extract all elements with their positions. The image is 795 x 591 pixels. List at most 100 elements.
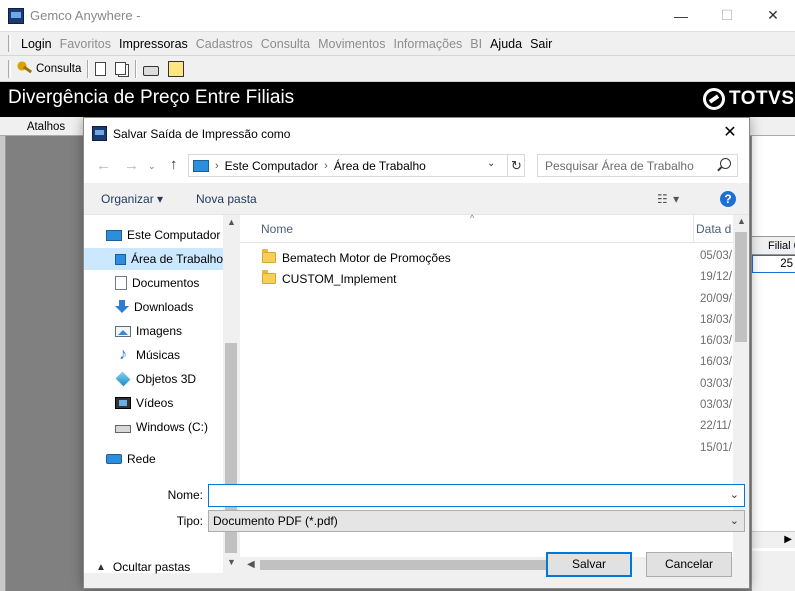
cancel-button[interactable]: Cancelar [646, 552, 732, 577]
list-item[interactable]: CUSTOM_Implement [262, 268, 396, 289]
minimize-button[interactable]: — [658, 0, 704, 31]
column-header-date[interactable]: Data d [696, 222, 731, 236]
scroll-thumb[interactable] [735, 232, 747, 342]
app-titlebar: Gemco Anywhere - — ☐ ✕ [0, 0, 795, 31]
search-input[interactable] [538, 155, 713, 176]
view-options-icon[interactable]: ☷ ▾ [657, 192, 680, 206]
up-arrow-icon[interactable]: ↑ [170, 156, 178, 173]
dialog-close-button[interactable]: ✕ [717, 122, 743, 144]
desktop-icon [115, 253, 126, 265]
tree-item-musicas[interactable]: ♪ Músicas [115, 344, 180, 366]
menu-bar: Login Favoritos Impressoras Cadastros Co… [0, 31, 795, 56]
tab-atalhos[interactable]: Atalhos [8, 118, 84, 136]
new-page-button[interactable] [92, 58, 112, 80]
grid-footer [752, 551, 795, 591]
scroll-left-icon[interactable]: ◀ [247, 559, 255, 570]
tree-item-imagens[interactable]: Imagens [115, 320, 182, 342]
file-list-header: ^ Nome Data d [240, 213, 749, 243]
toolbar-grip [8, 59, 11, 78]
grid-cell[interactable]: 25 [752, 255, 795, 273]
scroll-up-icon[interactable]: ▲ [227, 217, 236, 227]
maximize-button[interactable]: ☐ [704, 0, 750, 31]
toolbar-separator [87, 59, 90, 78]
tree-item-downloads[interactable]: Downloads [115, 296, 193, 318]
menu-cadastros[interactable]: Cadastros [192, 37, 257, 51]
consulta-button[interactable]: Consulta [14, 58, 84, 80]
menu-consulta[interactable]: Consulta [257, 37, 314, 51]
dialog-app-icon [92, 126, 107, 141]
menu-ajuda[interactable]: Ajuda [486, 37, 526, 51]
app-title: Gemco Anywhere - [30, 8, 141, 23]
toolbar-separator [135, 59, 138, 78]
list-item[interactable]: Bematech Motor de Promoções [262, 247, 451, 268]
print-button[interactable] [140, 58, 165, 80]
file-type-value: Documento PDF (*.pdf) [213, 514, 338, 528]
tree-item-windows-c[interactable]: Windows (C:) [115, 416, 208, 438]
search-icon[interactable] [720, 158, 731, 169]
scroll-right-icon[interactable]: ▶ [784, 534, 792, 545]
back-arrow-icon[interactable]: ← [96, 157, 111, 174]
menu-movimentos[interactable]: Movimentos [314, 37, 389, 51]
totvs-logo-icon [703, 88, 725, 110]
breadcrumb-separator-icon: › [215, 159, 219, 172]
command-bar: Organizar ▾ Nova pasta ☷ ▾ ? [84, 183, 749, 215]
dialog-nav-row: ← → ⌄ ↑ › Este Computador › Área de Trab… [84, 149, 749, 183]
copy-pages-button[interactable] [112, 58, 132, 80]
hide-folders-toggle[interactable]: ▲ Ocultar pastas [96, 560, 190, 574]
chevron-down-icon[interactable]: ⌄ [730, 514, 739, 527]
date-value: 03/03/ [700, 377, 732, 390]
tree-item-label: Objetos 3D [136, 372, 197, 386]
check-button[interactable] [165, 58, 190, 80]
scroll-down-icon[interactable]: ▼ [227, 557, 236, 567]
organize-button[interactable]: Organizar ▾ [101, 192, 163, 206]
address-bar[interactable]: › Este Computador › Área de Trabalho ⌄ ↻ [188, 154, 525, 177]
tree-item-videos[interactable]: Vídeos [115, 392, 173, 414]
menu-grip [8, 35, 11, 52]
breadcrumb-este-computador[interactable]: Este Computador [225, 159, 318, 173]
recent-locations-chevron-icon[interactable]: ⌄ [148, 161, 156, 172]
chevron-down-icon[interactable]: ⌄ [487, 158, 495, 169]
grid-column-header[interactable]: Filial 6 [752, 236, 795, 255]
save-dialog: Salvar Saída de Impressão como ✕ ← → ⌄ ↑… [83, 117, 750, 589]
breadcrumb-area-de-trabalho[interactable]: Área de Trabalho [334, 159, 426, 173]
file-name-input[interactable] [209, 485, 719, 506]
data-grid: Filial 6 25 ▶ [751, 136, 795, 591]
tree-item-label: Downloads [134, 300, 194, 314]
save-button[interactable]: Salvar [546, 552, 632, 577]
tree-item-documentos[interactable]: Documentos [115, 272, 199, 294]
close-button[interactable]: ✕ [750, 0, 795, 31]
menu-bi[interactable]: BI [466, 37, 486, 51]
network-icon [106, 454, 122, 464]
toolbar: Consulta [0, 56, 795, 82]
forward-arrow-icon[interactable]: → [124, 157, 139, 174]
documents-icon [115, 276, 127, 290]
file-name-combobox[interactable]: ⌄ [208, 484, 745, 507]
scroll-thumb[interactable] [260, 560, 546, 570]
refresh-icon[interactable]: ↻ [507, 155, 525, 176]
menu-favoritos[interactable]: Favoritos [56, 37, 115, 51]
tree-item-rede[interactable]: Rede [106, 448, 156, 470]
menu-sair[interactable]: Sair [526, 37, 556, 51]
date-value: 22/11/ [700, 420, 732, 433]
search-box[interactable] [537, 154, 738, 177]
chevron-down-icon[interactable]: ⌄ [730, 488, 739, 501]
tree-item-label: Imagens [136, 324, 183, 338]
menu-informacoes[interactable]: Informações [390, 37, 467, 51]
new-folder-button[interactable]: Nova pasta [196, 192, 257, 206]
tree-item-objetos-3d[interactable]: Objetos 3D [115, 368, 196, 390]
column-header-name[interactable]: Nome [261, 222, 293, 236]
date-column: 05/03/ 19/12/ 20/09/ 18/03/ 16/03/ 16/03… [700, 247, 736, 460]
tree-item-label: Windows (C:) [136, 420, 209, 434]
tree-item-este-computador[interactable]: Este Computador [106, 224, 223, 246]
help-icon[interactable]: ? [720, 191, 736, 207]
app-icon [8, 7, 24, 24]
menu-login[interactable]: Login [17, 37, 56, 51]
menu-impressoras[interactable]: Impressoras [115, 37, 192, 51]
tree-item-area-de-trabalho[interactable]: Área de Trabalho [84, 248, 223, 270]
scroll-up-icon[interactable]: ▲ [737, 216, 746, 226]
grid-horizontal-scrollbar[interactable]: ▶ [752, 531, 795, 548]
file-type-select[interactable]: Documento PDF (*.pdf) ⌄ [208, 510, 745, 532]
type-label: Tipo: [176, 514, 203, 528]
column-divider[interactable] [693, 215, 694, 243]
page-title: Divergência de Preço Entre Filiais [8, 87, 295, 108]
